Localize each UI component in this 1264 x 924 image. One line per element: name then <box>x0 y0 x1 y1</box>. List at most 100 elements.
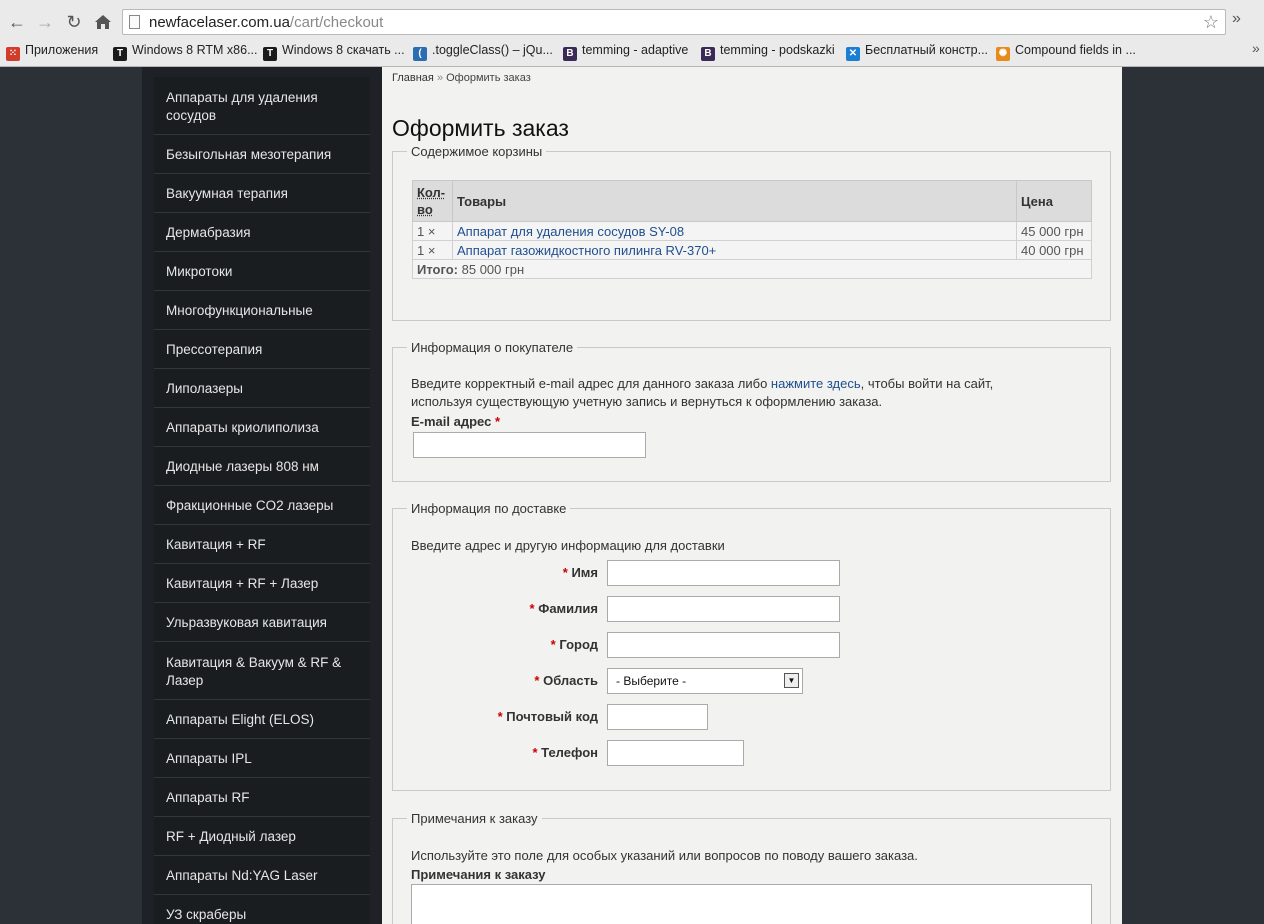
x-favicon-icon: ✕ <box>846 47 860 61</box>
customer-intro: Введите корректный e-mail адрес для данн… <box>411 376 994 409</box>
customer-fieldset: Информация о покупателе Введите корректн… <box>392 340 1111 482</box>
sidebar-item[interactable]: Прессотерапия <box>154 330 370 369</box>
sidebar-item[interactable]: Кавитация + RF <box>154 525 370 564</box>
cart-legend: Содержимое корзины <box>407 144 547 159</box>
cart-fieldset: Содержимое корзины Кол-во Товары Цена 1 … <box>392 144 1111 321</box>
city-input[interactable] <box>607 632 840 658</box>
sidebar-item[interactable]: Дермабразия <box>154 213 370 252</box>
sidebar-item[interactable]: Аппараты для удаления сосудов <box>154 77 370 135</box>
cart-header-row: Кол-во Товары Цена <box>412 180 1092 222</box>
phone-input[interactable] <box>607 740 744 766</box>
sidebar-item[interactable]: Безыгольная мезотерапия <box>154 135 370 174</box>
address-bar[interactable]: newfacelaser.com.ua/cart/checkout ☆ <box>122 9 1226 35</box>
chevron-down-icon[interactable]: ▼ <box>784 673 799 688</box>
breadcrumb-separator: » <box>436 72 444 84</box>
product-link[interactable]: Аппарат газожидкостного пилинга RV-370+ <box>457 243 716 258</box>
notes-intro: Используйте это поле для особых указаний… <box>411 848 918 863</box>
notes-fieldset: Примечания к заказу Используйте это поле… <box>392 811 1111 924</box>
sidebar-item[interactable]: Аппараты Elight (ELOS) <box>154 700 370 739</box>
cart-table: Кол-во Товары Цена 1 × Аппарат для удале… <box>412 180 1092 279</box>
breadcrumb-current: Оформить заказ <box>446 72 531 84</box>
delivery-legend: Информация по доставке <box>407 501 571 516</box>
cart-row-price: 45 000 грн <box>1016 221 1092 241</box>
b-favicon-icon: B <box>701 47 715 61</box>
first-name-label: * Имя <box>562 565 598 580</box>
bookmarks-bar: ⁙ Приложения T Windows 8 RTM x86... T Windows… <box>0 39 1264 61</box>
bookmarks-more-icon[interactable]: » <box>1252 40 1260 56</box>
sidebar-item[interactable]: Кавитация & Вакуум & RF & Лазер <box>154 642 370 700</box>
last-name-input[interactable] <box>607 596 840 622</box>
forward-arrow-icon[interactable]: → <box>33 10 57 34</box>
first-name-input[interactable] <box>607 560 840 586</box>
breadcrumb: Главная » Оформить заказ <box>392 72 531 84</box>
cart-row-price: 40 000 грн <box>1016 240 1092 260</box>
drupal-sun-icon: ✺ <box>996 47 1010 61</box>
sidebar-item[interactable]: Липолазеры <box>154 369 370 408</box>
b-favicon-icon: B <box>563 47 577 61</box>
required-mark: * <box>494 414 501 429</box>
category-sidebar: Аппараты для удаления сосудов Безыгольная… <box>142 67 382 924</box>
sidebar-item[interactable]: Вакуумная терапия <box>154 174 370 213</box>
sidebar-item[interactable]: Фракционные CO2 лазеры <box>154 486 370 525</box>
postal-code-label: * Почтовый код <box>497 709 598 724</box>
cart-row-product: Аппарат газожидкостного пилинга RV-370+ <box>452 240 1017 260</box>
sidebar-item[interactable]: УЗ скраберы <box>154 895 370 924</box>
sidebar-item[interactable]: Аппараты IPL <box>154 739 370 778</box>
login-link[interactable]: нажмите здесь <box>771 376 861 391</box>
t-favicon-icon: T <box>263 47 277 61</box>
cart-total-row: Итого: 85 000 грн <box>412 259 1092 279</box>
bookmark-item[interactable]: T Windows 8 RTM x86... <box>113 41 258 61</box>
last-name-label: * Фамилия <box>529 601 598 616</box>
total-value: 85 000 грн <box>461 261 525 277</box>
sidebar-item[interactable]: Диодные лазеры 808 нм <box>154 447 370 486</box>
main-content: Главная » Оформить заказ Оформить заказ … <box>382 67 1122 924</box>
region-select[interactable]: - Выберите - ▼ <box>607 668 803 694</box>
browser-chrome: ← → ↻ newfacelaser.com.ua/cart/checkout … <box>0 0 1264 67</box>
phone-label: * Телефон <box>532 745 598 760</box>
apps-grid-icon: ⁙ <box>6 47 20 61</box>
chevron-right-icon[interactable]: » <box>1232 10 1241 28</box>
table-row: 1 × Аппарат газожидкостного пилинга RV-3… <box>412 240 1092 260</box>
cart-row-product: Аппарат для удаления сосудов SY-08 <box>452 221 1017 241</box>
bookmark-item[interactable]: Btemming - adaptive <box>563 41 688 61</box>
bookmark-item[interactable]: ✕ Бесплатный констр... <box>846 41 988 61</box>
bookmark-item[interactable]: T Windows 8 скачать ... <box>263 41 405 61</box>
postal-code-input[interactable] <box>607 704 708 730</box>
notes-label: Примечания к заказу <box>411 867 546 882</box>
page-background-right <box>1122 67 1264 924</box>
bookmark-item[interactable]: (.toggleClass() – jQu... <box>413 41 553 61</box>
bookmark-item[interactable]: ✺ Compound fields in ... <box>996 41 1136 61</box>
sidebar-item[interactable]: Аппараты криолиполиза <box>154 408 370 447</box>
t-favicon-icon: T <box>113 47 127 61</box>
home-icon[interactable] <box>91 10 115 34</box>
sidebar-item[interactable]: RF + Диодный лазер <box>154 817 370 856</box>
sidebar-item[interactable]: Аппараты RF <box>154 778 370 817</box>
page-icon <box>129 15 140 29</box>
sidebar-item[interactable]: Ульразвуковая кавитация <box>154 603 370 642</box>
sidebar-item[interactable]: Аппараты Nd:YAG Laser <box>154 856 370 895</box>
table-row: 1 × Аппарат для удаления сосудов SY-08 4… <box>412 221 1092 241</box>
notes-legend: Примечания к заказу <box>407 811 542 826</box>
delivery-intro: Введите адрес и другую информацию для до… <box>411 538 725 553</box>
email-input[interactable] <box>413 432 646 458</box>
bookmark-item[interactable]: ⁙ Приложения <box>6 41 98 61</box>
delivery-fieldset: Информация по доставке Введите адрес и д… <box>392 501 1111 791</box>
sidebar-item[interactable]: Микротоки <box>154 252 370 291</box>
city-label: * Город <box>550 637 598 652</box>
qty-column-header[interactable]: Кол-во <box>412 180 453 222</box>
reload-icon[interactable]: ↻ <box>62 10 86 34</box>
jquery-icon: ( <box>413 47 427 61</box>
customer-legend: Информация о покупателе <box>407 340 578 355</box>
back-arrow-icon[interactable]: ← <box>5 10 29 34</box>
breadcrumb-home-link[interactable]: Главная <box>392 72 434 84</box>
cart-row-qty: 1 × <box>412 221 453 241</box>
sidebar-item[interactable]: Многофункциональные <box>154 291 370 330</box>
bookmark-star-icon[interactable]: ☆ <box>1203 12 1219 33</box>
notes-textarea[interactable] <box>411 884 1092 924</box>
bookmark-item[interactable]: Btemming - podskazki <box>701 41 835 61</box>
cart-row-qty: 1 × <box>412 240 453 260</box>
product-column-header: Товары <box>452 180 1017 222</box>
page-title: Оформить заказ <box>392 115 569 141</box>
sidebar-item[interactable]: Кавитация + RF + Лазер <box>154 564 370 603</box>
product-link[interactable]: Аппарат для удаления сосудов SY-08 <box>457 224 684 239</box>
